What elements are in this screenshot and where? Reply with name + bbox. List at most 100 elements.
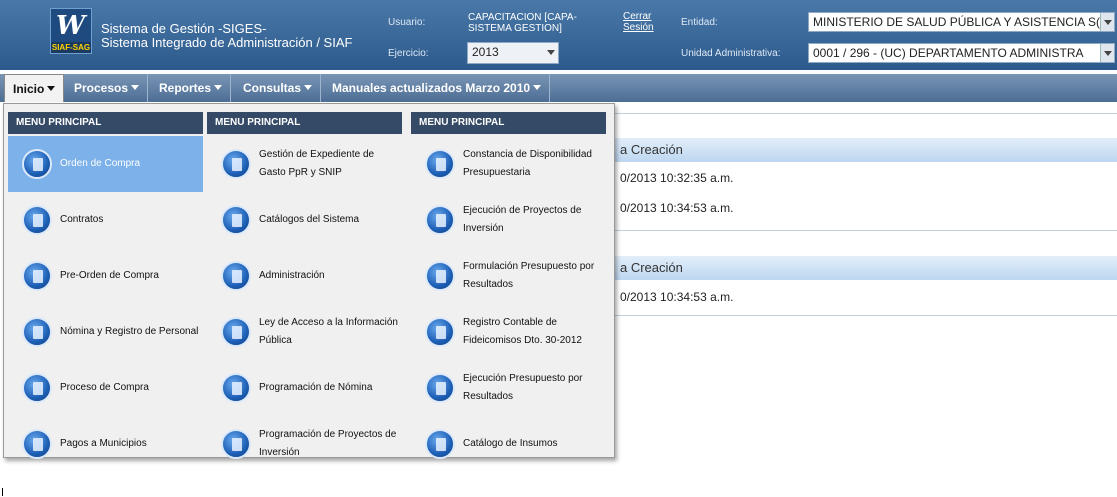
menu-item-nomina[interactable]: Nómina y Registro de Personal (8, 304, 203, 360)
nav-reportes[interactable]: Reportes (151, 74, 232, 102)
nav-inicio-label: Inicio (13, 82, 45, 96)
nav-procesos[interactable]: Procesos (66, 74, 149, 102)
cerrar-sesion-link-1[interactable]: Cerrar (623, 11, 651, 22)
nav-reportes-label: Reportes (159, 81, 212, 95)
usuario-value-1: CAPACITACION [CAPA- (468, 12, 577, 23)
document-icon (425, 373, 455, 403)
entidad-select[interactable]: MINISTERIO DE SALUD PÚBLICA Y ASISTENCIA… (808, 12, 1115, 32)
menu-item-label: Contratos (60, 214, 104, 225)
menu-item-label: Gestión de Expediente de Gasto PpR y SNI… (259, 149, 375, 178)
people-icon (22, 429, 52, 459)
menu-column-3: MENU PRINCIPAL Constancia de Disponibili… (411, 112, 606, 459)
text-cursor (2, 488, 3, 496)
chevron-down-icon (1100, 44, 1114, 62)
ejercicio-label: Ejercicio: (388, 48, 429, 59)
document-icon (425, 317, 455, 347)
menu-item-label: Constancia de Disponibilidad Presupuesta… (463, 149, 592, 178)
usuario-label: Usuario: (388, 17, 426, 28)
person-icon (22, 317, 52, 347)
menu-item-catalogo-insumos[interactable]: Catálogo de Insumos (411, 416, 606, 472)
menu-item-orden-de-compra[interactable]: Orden de Compra (8, 136, 203, 192)
ejercicio-select[interactable]: 2013 (467, 42, 559, 64)
background-table-header: a Creación (614, 256, 1117, 280)
app-header: W SIAF-SAG Sistema de Gestión -SIGES- Si… (0, 0, 1117, 70)
menu-item-label: Ley de Acceso a la Información Pública (259, 317, 398, 346)
menu-column-title: MENU PRINCIPAL (207, 112, 402, 134)
menu-item-ejecucion-presupuesto[interactable]: Ejecución Presupuesto por Resultados (411, 360, 606, 416)
menu-item-label: Catálogo de Insumos (463, 438, 558, 449)
tools-icon (221, 261, 251, 291)
document-icon (22, 261, 52, 291)
menu-item-registro-contable[interactable]: Registro Contable de Fideicomisos Dto. 3… (411, 304, 606, 360)
menu-item-catalogos[interactable]: Catálogos del Sistema (207, 192, 402, 248)
unidad-select[interactable]: 0001 / 296 - (UC) DEPARTAMENTO ADMINISTR… (808, 43, 1115, 63)
menu-item-label: Programación de Proyectos de Inversión (259, 429, 397, 458)
menu-item-pagos-municipios[interactable]: Pagos a Municipios (8, 416, 203, 472)
menu-column-1: MENU PRINCIPAL Orden de Compra Contratos… (8, 112, 203, 459)
menu-item-formulacion[interactable]: Formulación Presupuesto por Resultados (411, 248, 606, 304)
menu-item-label: Formulación Presupuesto por Resultados (463, 261, 595, 290)
menu-column-title: MENU PRINCIPAL (411, 112, 606, 134)
main-navbar: Inicio Procesos Reportes Consultas Manua… (0, 74, 1117, 102)
caret-down-icon (131, 85, 140, 94)
divider (614, 113, 1117, 114)
menu-item-administracion[interactable]: Administración (207, 248, 402, 304)
divider (614, 315, 1117, 316)
menu-item-proceso-compra[interactable]: Proceso de Compra (8, 360, 203, 416)
nav-inicio[interactable]: Inicio (4, 74, 65, 102)
chevron-down-icon (1100, 13, 1114, 31)
menu-item-ejecucion-proyectos[interactable]: Ejecución de Proyectos de Inversión (411, 192, 606, 248)
caret-down-icon (47, 86, 56, 95)
menu-item-gestion-expediente[interactable]: Gestión de Expediente de Gasto PpR y SNI… (207, 136, 402, 192)
logo-mark: W (56, 11, 85, 41)
menu-item-label: Proceso de Compra (60, 382, 149, 393)
usuario-value-2: SISTEMA GESTION] (468, 23, 562, 34)
document-icon (425, 149, 455, 179)
menu-column-title: MENU PRINCIPAL (8, 112, 203, 134)
background-row: 0/2013 10:34:53 a.m. (620, 290, 734, 304)
menu-item-label: Administración (259, 270, 325, 281)
menu-item-programacion-nomina[interactable]: Programación de Nómina (207, 360, 402, 416)
document-icon (221, 205, 251, 235)
people-icon (221, 317, 251, 347)
system-title-1: Sistema de Gestión -SIGES- (101, 21, 267, 36)
person-search-icon (221, 373, 251, 403)
nav-manuales-label: Manuales actualizados Marzo 2010 (332, 81, 531, 95)
nav-procesos-label: Procesos (74, 81, 129, 95)
menu-item-programacion-proyectos[interactable]: Programación de Proyectos de Inversión (207, 416, 402, 472)
inicio-dropdown-menu: MENU PRINCIPAL Orden de Compra Contratos… (3, 103, 615, 459)
menu-item-label: Pre-Orden de Compra (60, 270, 159, 281)
caret-down-icon (214, 85, 223, 94)
background-table-header: a Creación (614, 138, 1117, 162)
background-row: 0/2013 10:34:53 a.m. (620, 201, 734, 215)
menu-item-label: Catálogos del Sistema (259, 214, 360, 225)
menu-item-pre-orden[interactable]: Pre-Orden de Compra (8, 248, 203, 304)
nav-manuales[interactable]: Manuales actualizados Marzo 2010 (324, 74, 551, 102)
divider (614, 230, 1117, 231)
menu-item-contratos[interactable]: Contratos (8, 192, 203, 248)
system-title-2: Sistema Integrado de Administración / SI… (101, 35, 353, 50)
menu-item-label: Programación de Nómina (259, 382, 373, 393)
background-row: 0/2013 10:32:35 a.m. (620, 171, 734, 185)
menu-item-label: Orden de Compra (60, 158, 141, 169)
siaf-logo: W SIAF-SAG (50, 8, 92, 54)
ejercicio-value: 2013 (472, 45, 499, 59)
entidad-value: MINISTERIO DE SALUD PÚBLICA Y ASISTENCIA… (813, 15, 1100, 29)
menu-item-constancia[interactable]: Constancia de Disponibilidad Presupuesta… (411, 136, 606, 192)
caret-down-icon (533, 85, 542, 94)
document-icon (22, 373, 52, 403)
logo-tag: SIAF-SAG (51, 42, 91, 53)
menu-item-label: Nómina y Registro de Personal (60, 326, 199, 337)
entidad-label: Entidad: (681, 17, 718, 28)
nav-consultas-label: Consultas (243, 81, 302, 95)
nav-consultas[interactable]: Consultas (235, 74, 322, 102)
document-icon (22, 205, 52, 235)
menu-column-2: MENU PRINCIPAL Gestión de Expediente de … (207, 112, 402, 459)
cerrar-sesion-link-2[interactable]: Sesión (623, 22, 654, 33)
unidad-label: Unidad Administrativa: (681, 48, 781, 59)
unidad-value: 0001 / 296 - (UC) DEPARTAMENTO ADMINISTR… (813, 46, 1084, 60)
document-icon (425, 429, 455, 459)
menu-item-ley-acceso[interactable]: Ley de Acceso a la Información Pública (207, 304, 402, 360)
chevron-down-icon (544, 43, 558, 61)
document-search-icon (221, 429, 251, 459)
